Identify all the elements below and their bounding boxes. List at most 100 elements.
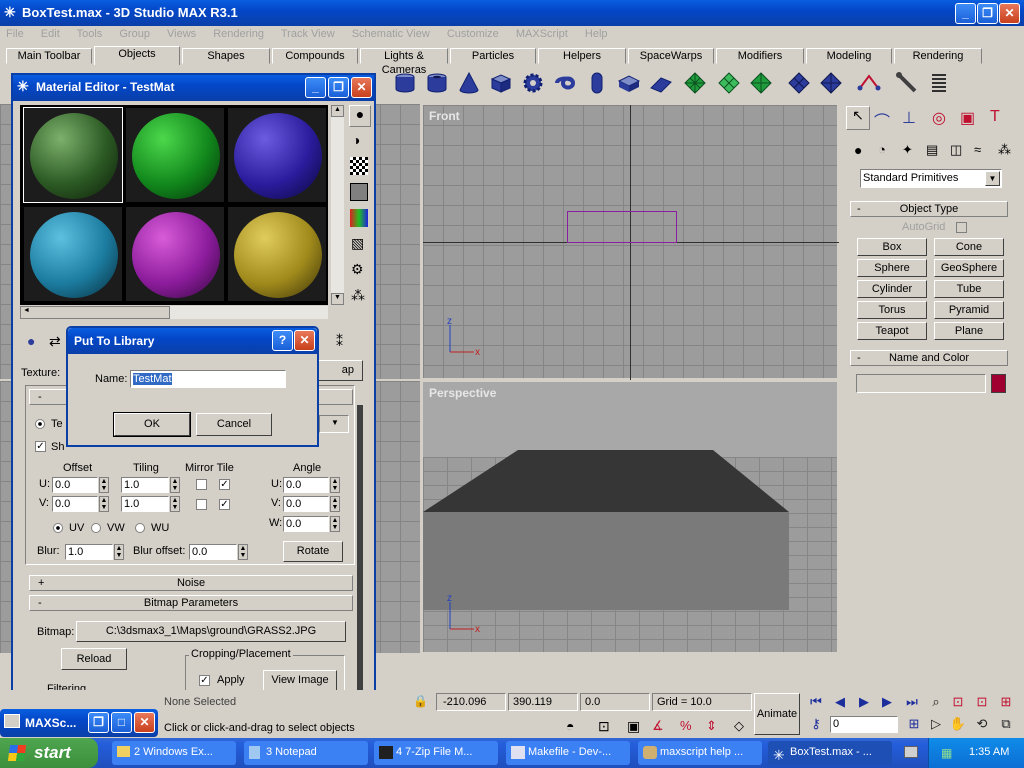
tab-main-toolbar[interactable]: Main Toolbar [6, 48, 92, 64]
u-tile-checkbox[interactable]: ✓ [219, 479, 230, 490]
helpers-icon[interactable]: ◫ [950, 142, 962, 158]
sample-type-icon[interactable]: ● [349, 105, 371, 127]
view-image-button[interactable]: View Image [263, 670, 337, 691]
geosphere-button[interactable]: GeoSphere [934, 259, 1004, 277]
nurbs-curve-icon[interactable] [856, 70, 882, 96]
name-color-rollout[interactable]: - Name and Color [850, 350, 1008, 366]
tab-modeling[interactable]: Modeling [806, 48, 892, 64]
bitmap-path-button[interactable]: C:\3dsmax3_1\Maps\ground\GRASS2.JPG [76, 621, 346, 642]
sphere-button[interactable]: Sphere [857, 259, 927, 277]
lights-icon[interactable]: ✦ [902, 142, 913, 158]
viewport-front[interactable]: Front zx [422, 104, 839, 380]
sample-scrollbar-vertical[interactable]: ▲ ▼ [331, 105, 344, 305]
noise-rollout[interactable]: + Noise [29, 575, 353, 591]
minimize-button[interactable]: _ [955, 3, 976, 24]
taskbar-item-explorer[interactable]: 2 Windows Ex... [112, 741, 236, 765]
keyboard-icon[interactable] [904, 746, 918, 758]
vw-radio[interactable] [91, 523, 101, 533]
tab-helpers[interactable]: Helpers [538, 48, 626, 64]
tab-shapes[interactable]: Shapes [182, 48, 270, 64]
wedge-icon[interactable] [648, 70, 674, 96]
field-of-view-icon[interactable]: ▷ [926, 716, 946, 732]
w-angle-field[interactable]: 0.0 [283, 516, 329, 532]
go-to-start-icon[interactable]: ⏮ [806, 694, 826, 710]
dialog-help-button[interactable]: ? [272, 330, 293, 351]
tube-icon[interactable] [424, 70, 450, 96]
cmd-tab-motion-icon[interactable]: ◎ [932, 108, 946, 128]
menu-views[interactable]: Views [167, 28, 196, 40]
u-angle-field[interactable]: 0.0 [283, 477, 329, 493]
select-by-material-icon[interactable]: ⁂ [351, 287, 365, 304]
render-icon[interactable]: ◓ [566, 718, 574, 734]
background-checker-icon[interactable] [350, 157, 368, 175]
geometry-icon[interactable]: ● [854, 142, 862, 158]
blur-offset-spinner[interactable]: ▲ ▼ [238, 544, 248, 560]
capsule-icon[interactable] [584, 70, 610, 96]
v-angle-field[interactable]: 0.0 [283, 496, 329, 512]
previous-frame-icon[interactable]: ◀ [830, 694, 850, 710]
taskbar-item-devcpp[interactable]: Makefile - Dev-... [506, 741, 630, 765]
tube-button[interactable]: Tube [934, 280, 1004, 298]
maxscript-maximize-button[interactable]: □ [111, 712, 132, 733]
menu-edit[interactable]: Edit [41, 28, 60, 40]
plane-button[interactable]: Plane [934, 322, 1004, 340]
spin-snap-icon[interactable]: ⇕ [706, 718, 717, 734]
v-offset-field[interactable]: 0.0 [52, 496, 98, 512]
box-icon[interactable] [488, 70, 514, 96]
tab-objects[interactable]: Objects [94, 46, 180, 65]
snap-icon[interactable]: ⊡ [598, 718, 610, 735]
blur-field[interactable]: 1.0 [65, 544, 113, 560]
tab-modifiers[interactable]: Modifiers [716, 48, 804, 64]
bitmap-parameters-rollout[interactable]: - Bitmap Parameters [29, 595, 353, 611]
bone-icon[interactable] [894, 70, 920, 96]
sample-slot-5[interactable] [125, 206, 225, 302]
sample-uv-icon[interactable] [350, 183, 368, 201]
pyramid-button[interactable]: Pyramid [934, 301, 1004, 319]
sample-slot-2[interactable] [125, 107, 225, 203]
torus-button[interactable]: Torus [857, 301, 927, 319]
mesh-blue-icon[interactable] [786, 70, 812, 96]
object-name-field[interactable] [856, 374, 986, 393]
systems-icon[interactable]: ⁂ [998, 142, 1011, 158]
sample-slot-4[interactable] [23, 206, 123, 302]
u-tiling-spinner[interactable]: ▲ ▼ [170, 477, 180, 493]
lock-icon[interactable]: 🔒 [413, 694, 428, 708]
spring-icon[interactable] [926, 70, 952, 96]
arc-rotate-icon[interactable]: ⟲ [972, 716, 992, 732]
dialog-name-input[interactable]: TestMat [130, 370, 286, 388]
taskbar-item-notepad[interactable]: 3 Notepad [244, 741, 368, 765]
tab-particles[interactable]: Particles [450, 48, 536, 64]
sample-scrollbar-horizontal[interactable]: ◄ [20, 306, 328, 319]
show-end-result-icon[interactable]: ⁑ [336, 333, 343, 350]
mapping-dropdown[interactable]: ▼ [319, 415, 349, 433]
menu-track-view[interactable]: Track View [281, 28, 335, 40]
u-offset-field[interactable]: 0.0 [52, 477, 98, 493]
maxscript-close-button[interactable]: ✕ [134, 712, 155, 733]
cylinder-button[interactable]: Cylinder [857, 280, 927, 298]
video-color-check-icon[interactable] [350, 209, 368, 227]
pan-icon[interactable]: ✋ [948, 716, 968, 732]
close-button[interactable]: ✕ [999, 3, 1020, 24]
options-icon[interactable]: ⚙ [351, 261, 364, 278]
menu-group[interactable]: Group [119, 28, 150, 40]
zoom-all-icon[interactable]: ⊡ [948, 694, 968, 710]
percent-snap-icon[interactable]: ∡ [652, 718, 664, 734]
cmd-tab-modify-icon[interactable]: ⌒ [874, 108, 890, 132]
object-type-rollout[interactable]: - Object Type [850, 201, 1008, 217]
material-editor-scrollbar[interactable] [357, 405, 363, 695]
taskbar-item-7zip[interactable]: 4 7-Zip File M... [374, 741, 498, 765]
spinner-snap-icon[interactable]: % [680, 718, 692, 733]
patch-green-icon[interactable] [748, 70, 774, 96]
gear-icon[interactable] [520, 70, 546, 96]
u-offset-spinner[interactable]: ▲ ▼ [99, 477, 109, 493]
min-max-toggle-icon[interactable]: ⧉ [996, 716, 1016, 732]
frame-field[interactable]: 0 [830, 716, 898, 733]
wu-radio[interactable] [135, 523, 145, 533]
blur-offset-field[interactable]: 0.0 [189, 544, 237, 560]
sample-slot-6[interactable] [227, 206, 327, 302]
tab-lights-cameras[interactable]: Lights & Cameras [360, 48, 448, 76]
key-mode-icon[interactable]: ◇ [734, 718, 744, 734]
key-icon[interactable]: ⚷ [806, 716, 826, 732]
time-config-icon[interactable]: ⊞ [904, 716, 924, 732]
w-angle-spinner[interactable]: ▲ ▼ [330, 516, 340, 532]
